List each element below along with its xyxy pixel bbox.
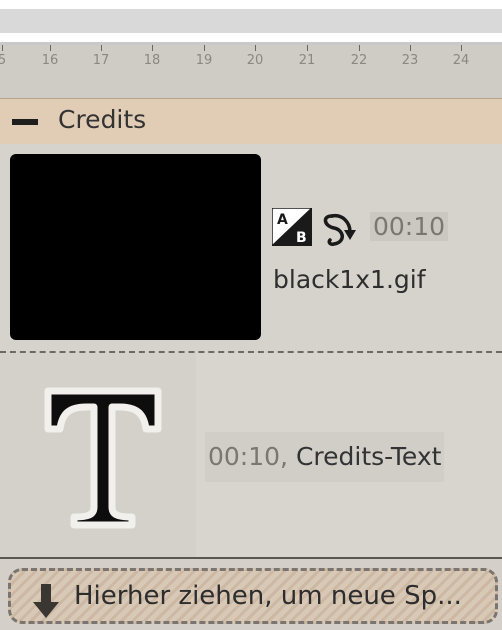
ruler-tick-label: 24 — [452, 53, 470, 68]
top-toolbar-area — [0, 0, 502, 48]
ruler-tick-label: 21 — [298, 53, 316, 68]
slide-thumbnail[interactable] — [10, 154, 261, 340]
ruler-tick-label: 18 — [143, 53, 161, 68]
slide-filename: black1x1.gif — [273, 265, 426, 294]
ruler-tick — [204, 45, 205, 51]
collapse-minus-icon[interactable] — [12, 119, 38, 125]
text-slide-info: 00:10, Credits-Text — [205, 432, 445, 482]
slide-duration[interactable]: 00:10, — [208, 442, 288, 471]
ruler-tick — [307, 45, 308, 51]
ruler-tick-label: 16 — [41, 53, 59, 68]
slide-item[interactable]: A B 00:10 black1x1.gif — [0, 144, 502, 353]
ruler-tick — [461, 45, 462, 51]
chapter-header-credits[interactable]: Credits — [0, 98, 502, 145]
ruler-tick — [359, 45, 360, 51]
ruler-tick — [255, 45, 256, 51]
top-scroll-strip[interactable] — [0, 9, 502, 33]
ruler-tick — [152, 45, 153, 51]
text-slide-label: Credits-Text — [295, 442, 442, 471]
ruler-tick — [410, 45, 411, 51]
transition-ab-icon[interactable]: A B — [272, 208, 312, 246]
ruler-tick — [101, 45, 102, 51]
ruler-tick-label: 19 — [195, 53, 213, 68]
ruler-tick-label: 23 — [401, 53, 419, 68]
timeline-ruler[interactable]: 5 16 17 18 19 20 21 22 23 24 — [0, 45, 502, 99]
drop-zone[interactable]: Hierher ziehen, um neue Sp... — [0, 559, 502, 630]
ruler-tick-label: 22 — [350, 53, 368, 68]
text-t-icon — [44, 387, 162, 529]
ruler-tick-label: 20 — [246, 53, 264, 68]
motion-path-arrow-icon[interactable] — [320, 208, 368, 248]
ruler-tick — [2, 45, 3, 51]
slide-duration[interactable]: 00:10 — [370, 212, 449, 241]
text-slide-item[interactable]: 00:10, Credits-Text — [0, 353, 502, 559]
drop-zone-label: Hierher ziehen, um neue Sp... — [74, 581, 462, 611]
drop-zone-box[interactable]: Hierher ziehen, um neue Sp... — [8, 568, 498, 624]
svg-text:B: B — [296, 230, 307, 246]
down-arrow-icon — [33, 584, 59, 618]
text-slide-thumbnail-area[interactable] — [0, 353, 196, 557]
chapter-title: Credits — [58, 105, 147, 134]
ruler-tick-label: 5 — [0, 53, 7, 68]
svg-text:A: A — [277, 212, 288, 228]
ruler-tick-label: 17 — [92, 53, 110, 68]
ruler-tick — [50, 45, 51, 51]
